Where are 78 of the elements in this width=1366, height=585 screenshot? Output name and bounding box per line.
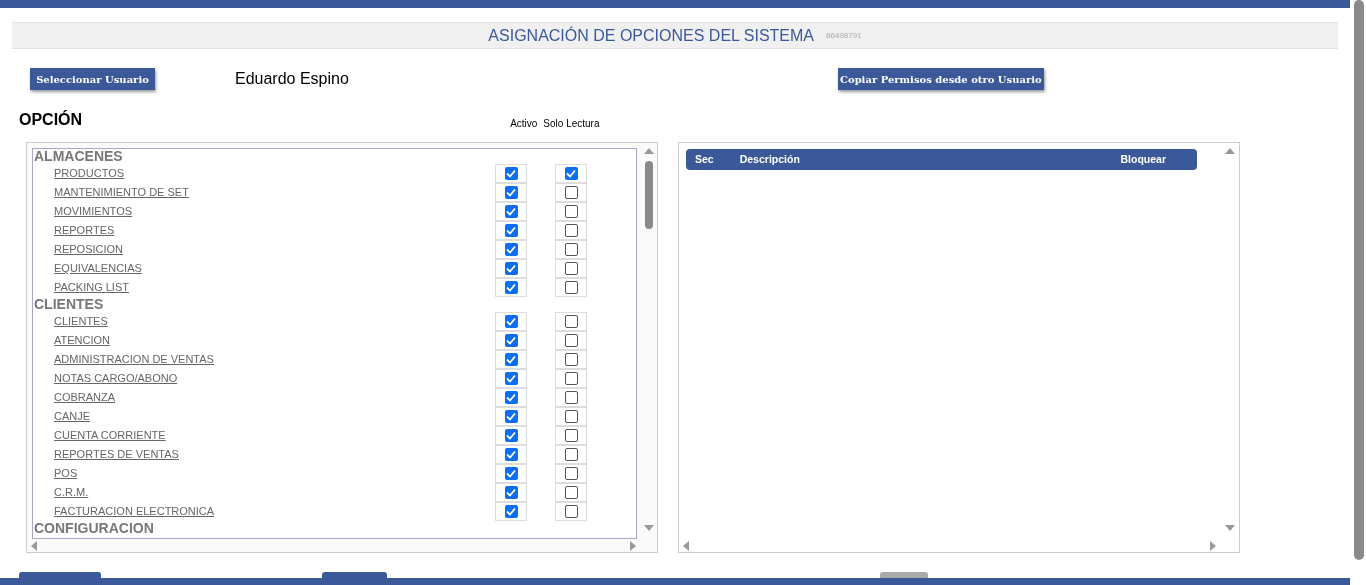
copy-permissions-button[interactable]: Copiar Permisos desde otro Usuario — [837, 68, 1044, 90]
group-heading: ALMACENES — [34, 149, 123, 164]
option-link[interactable]: REPORTES DE VENTAS — [54, 446, 179, 463]
checkbox[interactable] — [564, 224, 578, 237]
option-link[interactable]: PRODUCTOS — [54, 165, 125, 182]
checkbox[interactable] — [564, 505, 578, 518]
checkbox[interactable] — [504, 224, 518, 237]
column-label: Activo — [510, 117, 538, 131]
option-link[interactable]: COBRANZA — [54, 389, 116, 406]
checkbox[interactable] — [504, 486, 518, 499]
checkbox[interactable] — [504, 205, 518, 218]
checkbox[interactable] — [564, 467, 578, 480]
checkbox[interactable] — [564, 186, 578, 199]
checkbox[interactable] — [504, 243, 518, 256]
checkbox[interactable] — [564, 315, 578, 328]
option-link[interactable]: REPOSICION — [54, 241, 124, 258]
option-link[interactable]: MANTENIMIENTO DE SET — [54, 184, 189, 201]
page-scrollbar[interactable] — [1354, 0, 1364, 560]
option-link[interactable]: ATENCION — [54, 332, 111, 349]
option-link[interactable]: CANJE — [54, 408, 91, 425]
checkbox[interactable] — [504, 334, 518, 347]
page-title: ASIGNACIÓN DE OPCIONES DEL SISTEMA — [488, 25, 815, 46]
checkbox[interactable] — [564, 205, 578, 218]
select-user-button[interactable]: Seleccionar Usuario — [30, 68, 155, 90]
scroll-left-icon[interactable] — [683, 541, 689, 551]
checkbox[interactable] — [564, 391, 578, 404]
column-label: Solo Lectura — [543, 117, 600, 131]
column-header: Bloquear — [1120, 151, 1166, 167]
scroll-right-icon[interactable] — [630, 541, 636, 551]
checkbox[interactable] — [504, 372, 518, 385]
scroll-thumb[interactable] — [645, 161, 653, 229]
group-heading: CONFIGURACION — [34, 521, 154, 536]
group-heading: CLIENTES — [34, 297, 104, 312]
option-link[interactable]: PACKING LIST — [54, 279, 129, 296]
option-link[interactable]: C.R.M. — [54, 484, 89, 501]
checkbox[interactable] — [564, 429, 578, 442]
checkbox[interactable] — [504, 167, 518, 180]
record-code: 86498791 — [826, 29, 862, 42]
checkbox[interactable] — [564, 243, 578, 256]
scroll-down-icon[interactable] — [1225, 525, 1235, 531]
scroll-left-icon[interactable] — [31, 541, 37, 551]
checkbox[interactable] — [564, 334, 578, 347]
checkbox[interactable] — [504, 186, 518, 199]
checkbox[interactable] — [504, 262, 518, 275]
scroll-down-icon[interactable] — [644, 525, 654, 531]
scroll-right-icon[interactable] — [1210, 541, 1216, 551]
checkbox[interactable] — [504, 429, 518, 442]
scroll-up-icon[interactable] — [644, 148, 654, 154]
checkbox[interactable] — [564, 281, 578, 294]
checkbox[interactable] — [504, 391, 518, 404]
checkbox[interactable] — [504, 467, 518, 480]
option-link[interactable]: CLIENTES — [54, 313, 108, 330]
column-header: Sec — [695, 151, 714, 167]
option-heading: OPCIÓN — [19, 109, 83, 130]
option-link[interactable]: FACTURACION ELECTRONICA — [54, 503, 215, 520]
option-link[interactable]: NOTAS CARGO/ABONO — [54, 370, 178, 387]
option-link[interactable]: REPORTES — [54, 222, 115, 239]
column-header: Descripción — [739, 151, 800, 167]
checkbox[interactable] — [564, 353, 578, 366]
checkbox[interactable] — [564, 167, 578, 180]
checkbox[interactable] — [504, 353, 518, 366]
checkbox[interactable] — [504, 410, 518, 423]
checkbox[interactable] — [564, 262, 578, 275]
option-link[interactable]: MOVIMIENTOS — [54, 203, 133, 220]
option-link[interactable]: CUENTA CORRIENTE — [54, 427, 166, 444]
checkbox[interactable] — [504, 281, 518, 294]
option-link[interactable]: POS — [54, 465, 78, 482]
checkbox[interactable] — [564, 372, 578, 385]
scroll-up-icon[interactable] — [1225, 148, 1235, 154]
checkbox[interactable] — [504, 505, 518, 518]
checkbox[interactable] — [564, 486, 578, 499]
option-link[interactable]: ADMINISTRACION DE VENTAS — [54, 351, 214, 368]
checkbox[interactable] — [564, 448, 578, 461]
checkbox[interactable] — [504, 448, 518, 461]
checkbox[interactable] — [504, 315, 518, 328]
option-link[interactable]: EQUIVALENCIAS — [54, 260, 142, 277]
user-name: Eduardo Espino — [235, 69, 349, 89]
checkbox[interactable] — [564, 410, 578, 423]
